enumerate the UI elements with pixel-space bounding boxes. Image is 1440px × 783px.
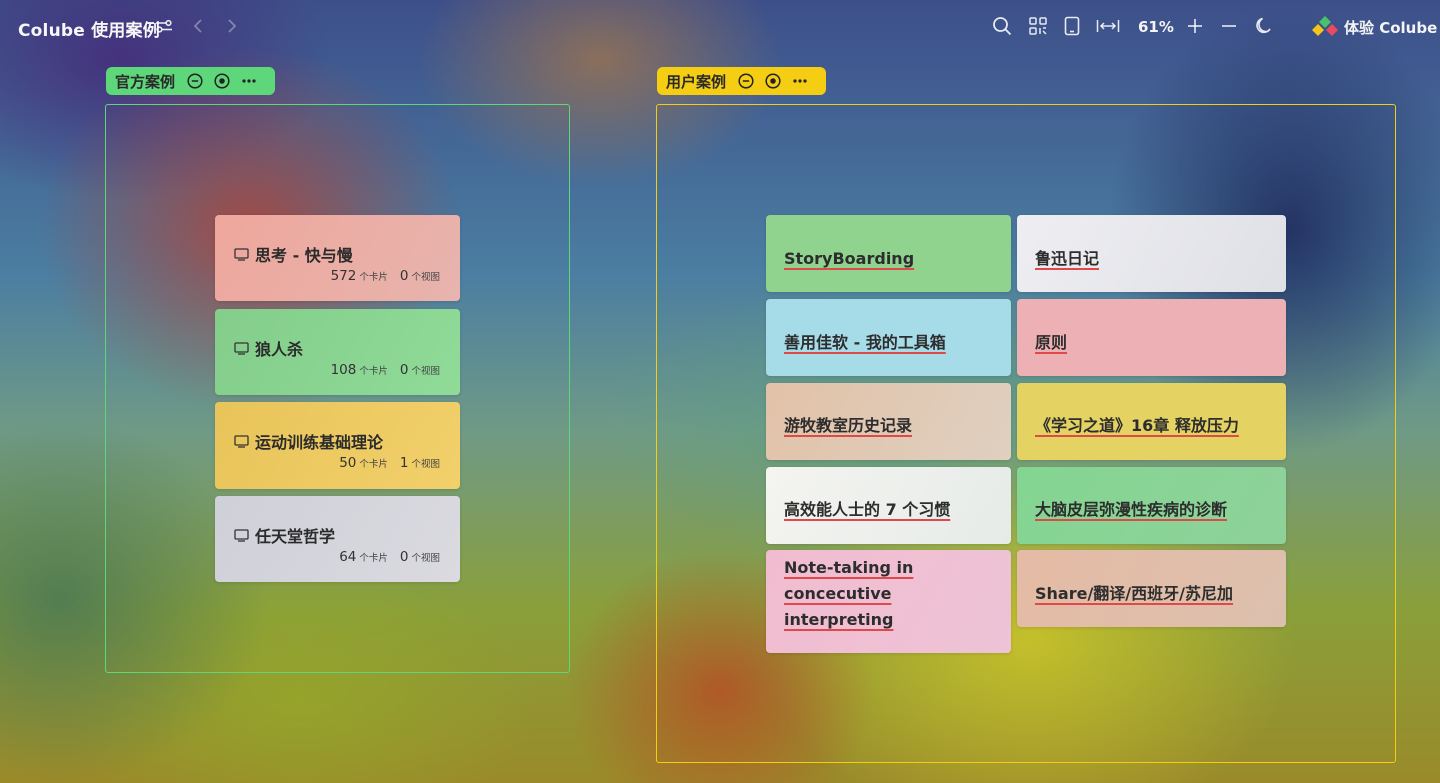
case-title: 游牧教室历史记录 <box>784 416 913 435</box>
qr-code-icon[interactable] <box>1026 14 1050 38</box>
search-icon[interactable] <box>990 14 1014 38</box>
board-icon <box>234 247 249 261</box>
focus-icon[interactable] <box>213 72 231 90</box>
case-title: Share/翻译/西班牙/苏尼加 <box>1035 584 1233 603</box>
forward-arrow-icon[interactable] <box>220 14 244 38</box>
case-title: 大脑皮层弥漫性疾病的诊断 <box>1035 500 1228 519</box>
view-count: 0 <box>399 362 409 378</box>
view-count: 1 <box>399 455 409 471</box>
board-icon <box>234 434 249 448</box>
case-title: 运动训练基础理论 <box>255 433 384 452</box>
case-title: 原则 <box>1035 333 1068 352</box>
case-card[interactable]: 高效能人士的 7 个习惯 <box>766 467 1011 544</box>
more-options-icon[interactable] <box>240 72 258 90</box>
zoom-out-icon[interactable] <box>1217 14 1241 38</box>
case-card[interactable]: 鲁迅日记 <box>1017 215 1286 292</box>
case-card[interactable]: 《学习之道》16章 释放压力 <box>1017 383 1286 460</box>
case-card[interactable]: Share/翻译/西班牙/苏尼加 <box>1017 550 1286 627</box>
case-title: 高效能人士的 7 个习惯 <box>784 500 951 519</box>
group-label-user: 用户案例 <box>666 72 727 91</box>
view-count-unit: 个视图 <box>411 366 440 377</box>
card-count: 572 <box>330 268 357 284</box>
case-title: 狼人杀 <box>255 340 304 359</box>
colube-logo-icon <box>1312 16 1338 36</box>
view-count-unit: 个视图 <box>411 459 440 470</box>
view-count: 0 <box>399 549 409 565</box>
focus-icon[interactable] <box>764 72 782 90</box>
collapse-icon[interactable] <box>186 72 204 90</box>
try-colube-button[interactable]: 体验 Colube <box>1312 14 1437 40</box>
card-count-unit: 个卡片 <box>359 272 388 283</box>
more-options-icon[interactable] <box>791 72 809 90</box>
board-icon <box>234 341 249 355</box>
case-card[interactable]: 狼人杀 108 个卡片 0 个视图 <box>215 309 460 395</box>
case-card[interactable]: 任天堂哲学 64 个卡片 0 个视图 <box>215 496 460 582</box>
card-count-unit: 个卡片 <box>359 459 388 470</box>
case-title: 善用佳软 - 我的工具箱 <box>784 333 946 352</box>
case-card[interactable]: 运动训练基础理论 50 个卡片 1 个视图 <box>215 402 460 489</box>
group-label-official: 官方案例 <box>115 72 176 91</box>
case-title: StoryBoarding <box>784 249 915 268</box>
card-count-unit: 个卡片 <box>359 553 388 564</box>
brand-label: 体验 Colube <box>1344 18 1438 37</box>
case-card[interactable]: StoryBoarding <box>766 215 1011 292</box>
view-count-unit: 个视图 <box>411 553 440 564</box>
card-count: 50 <box>339 455 357 471</box>
case-title: 任天堂哲学 <box>255 527 336 546</box>
case-card[interactable]: Note-taking in concecutive interpreting <box>766 550 1011 653</box>
zoom-level: 61% <box>1138 18 1174 36</box>
app-title: Colube 使用案例 <box>18 21 160 41</box>
back-arrow-icon[interactable] <box>186 14 210 38</box>
card-count: 64 <box>339 549 357 565</box>
case-title: Note-taking in concecutive interpreting <box>784 558 914 629</box>
collapse-icon[interactable] <box>737 72 755 90</box>
group-tag-official[interactable]: 官方案例 <box>106 67 275 95</box>
card-count: 108 <box>330 362 357 378</box>
zoom-in-icon[interactable] <box>1183 14 1207 38</box>
case-card[interactable]: 原则 <box>1017 299 1286 376</box>
case-title: 思考 - 快与慢 <box>255 246 353 265</box>
case-title: 《学习之道》16章 释放压力 <box>1035 416 1239 435</box>
group-tag-user[interactable]: 用户案例 <box>657 67 826 95</box>
dark-mode-icon[interactable] <box>1251 14 1275 38</box>
case-card[interactable]: 游牧教室历史记录 <box>766 383 1011 460</box>
board-icon <box>234 528 249 542</box>
case-title: 鲁迅日记 <box>1035 249 1100 268</box>
case-card[interactable]: 大脑皮层弥漫性疾病的诊断 <box>1017 467 1286 544</box>
tablet-icon[interactable] <box>1060 14 1084 38</box>
view-count-unit: 个视图 <box>411 272 440 283</box>
case-card[interactable]: 善用佳软 - 我的工具箱 <box>766 299 1011 376</box>
filter-icon[interactable] <box>152 14 176 38</box>
fit-width-icon[interactable] <box>1094 14 1122 38</box>
case-card[interactable]: 思考 - 快与慢 572 个卡片 0 个视图 <box>215 215 460 301</box>
view-count: 0 <box>399 268 409 284</box>
top-bar: Colube 使用案例 61% 体验 Colube <box>0 0 1440 56</box>
card-count-unit: 个卡片 <box>359 366 388 377</box>
